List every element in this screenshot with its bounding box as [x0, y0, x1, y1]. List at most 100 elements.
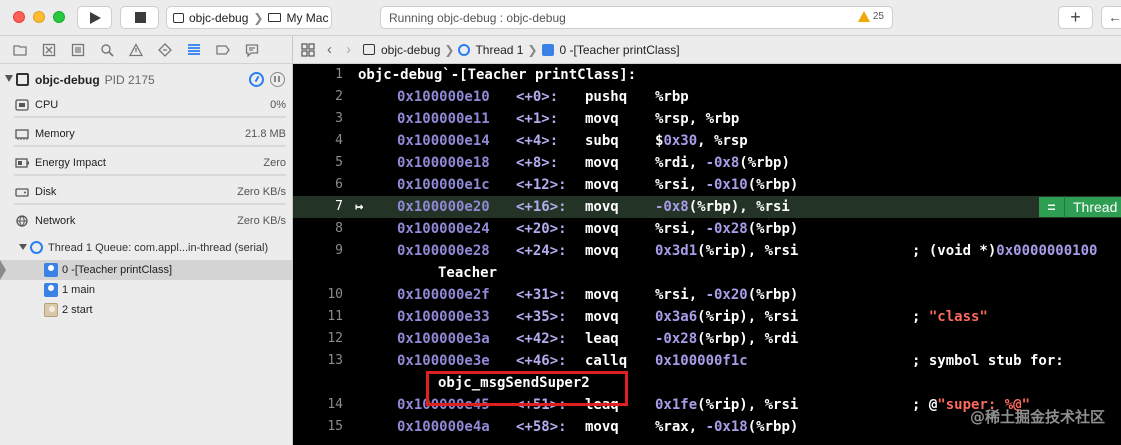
app-process-icon [16, 73, 29, 86]
numeric-literal: -0x28 [655, 331, 698, 347]
instruction-operands: %rbp [655, 89, 689, 105]
related-items-grid-icon[interactable] [301, 42, 315, 57]
chevron-right-icon[interactable]: › [346, 41, 351, 58]
code-line[interactable]: 6 0x100000e1c <+12>: movq %rsi, -0x10(%rbp) [293, 174, 1121, 196]
chevron-left-icon[interactable]: ‹ [327, 41, 332, 58]
gauge-value: Zero KB/s [237, 215, 286, 227]
instruction-address: 0x100000e24 [397, 221, 490, 237]
chevron-right-icon: ❯ [527, 42, 538, 57]
back-navigation-button[interactable]: ← [1101, 6, 1121, 29]
breakpoint-icon[interactable] [215, 42, 231, 58]
thread-icon [30, 241, 43, 254]
disclosure-triangle-icon[interactable] [19, 244, 27, 250]
scheme-selector[interactable]: objc-debug ❯ My Mac [166, 6, 332, 29]
gauge-row-network[interactable]: Network Zero KB/s [0, 207, 292, 236]
gauge-value: 0% [270, 99, 286, 111]
stack-frame-row[interactable]: 2 start [0, 300, 292, 320]
user-frame-icon [44, 283, 58, 297]
instruction-offset: <+1>: [516, 111, 559, 127]
code-line[interactable]: 8 0x100000e24 <+20>: movq %rsi, -0x28(%rbp) [293, 218, 1121, 240]
instruction-address: 0x100000e2f [397, 287, 490, 303]
zoom-window-button[interactable] [53, 11, 65, 23]
code-line[interactable]: 1 objc-debug`-[Teacher printClass]: [293, 64, 1121, 86]
line-number: 11 [327, 309, 343, 324]
stack-frame-row[interactable]: 0 -[Teacher printClass] [0, 260, 292, 280]
gauge-label: Energy Impact [35, 157, 106, 169]
thread-row[interactable]: Thread 1 Queue: com.appl...in-thread (se… [0, 238, 292, 258]
disclosure-triangle-icon[interactable] [5, 75, 13, 82]
stop-button[interactable] [120, 6, 159, 29]
numeric-literal: -0x28 [705, 221, 748, 237]
stack-frame-row[interactable]: 1 main [0, 280, 292, 300]
instruction-comment: ; (void *)0x0000000100 [912, 243, 1098, 259]
source-control-icon[interactable] [41, 42, 57, 58]
instruction-offset: <+16>: [516, 199, 567, 215]
pause-icon[interactable] [270, 72, 285, 87]
instruction-address: 0x100000e4a [397, 419, 490, 435]
report-icon[interactable] [244, 42, 260, 58]
instruction-mnemonic: movq [585, 419, 619, 435]
code-line[interactable]: 2 0x100000e10 <+0>: pushq %rbp [293, 86, 1121, 108]
jumpbar-frame[interactable]: 0 -[Teacher printClass] [560, 43, 680, 57]
gauge-row-memory[interactable]: Memory 21.8 MB [0, 120, 292, 149]
symbol-navigator-icon[interactable] [70, 42, 86, 58]
code-line[interactable]: 12 0x100000e3a <+42>: leaq -0x28(%rbp), %rdi [293, 328, 1121, 350]
code-line[interactable]: 13 0x100000e3e <+46>: callq 0x100000f1c ; sym… [293, 350, 1121, 372]
run-button[interactable] [77, 6, 112, 29]
disk-icon [15, 188, 29, 197]
gauge-row-cpu[interactable]: CPU 0% [0, 91, 292, 120]
folder-icon[interactable] [12, 42, 28, 58]
disassembly-editor[interactable]: 1 objc-debug`-[Teacher printClass]: 2 0x100… [293, 64, 1121, 445]
line-number: 12 [327, 331, 343, 346]
instruction-offset: <+8>: [516, 155, 559, 171]
instruction-operands: %rax, -0x18(%rbp) [655, 419, 799, 435]
test-diamond-icon[interactable] [157, 42, 173, 58]
current-instruction-line[interactable]: 7 ↦ = Thread 0x100000e20 <+16>: movq -0x8(%rbp)… [293, 196, 1121, 218]
search-icon[interactable] [99, 42, 115, 58]
line-number: 4 [335, 133, 343, 148]
code-line[interactable]: 9 0x100000e28 <+24>: movq 0x3d1(%rip), %rsi;… [293, 240, 1121, 262]
line-number: 9 [335, 243, 343, 258]
symbol-name: Teacher [438, 265, 498, 281]
code-line-continuation: Teacher [293, 262, 1121, 284]
code-line[interactable]: 5 0x100000e18 <+8>: movq %rdi, -0x8(%rbp) [293, 152, 1121, 174]
instruction-offset: <+58>: [516, 419, 567, 435]
instruction-mnemonic: movq [585, 287, 619, 303]
user-frame-icon [44, 263, 58, 277]
numeric-literal: -0x8 [705, 155, 740, 171]
code-line[interactable]: 11 0x100000e33 <+35>: movq 0x3a6(%rip), %rsi… [293, 306, 1121, 328]
thread-badge[interactable]: = Thread [1039, 196, 1121, 218]
status-text: Running objc-debug : objc-debug [389, 10, 566, 25]
instruction-mnemonic: movq [585, 243, 619, 259]
energy-icon [15, 158, 29, 168]
gauge-value: Zero [263, 157, 286, 169]
numeric-literal: -0x10 [705, 177, 748, 193]
line-number: 14 [327, 397, 343, 412]
gauge-row-energy[interactable]: Energy Impact Zero [0, 149, 292, 178]
instruction-mnemonic: movq [585, 155, 619, 171]
code-line[interactable]: 3 0x100000e11 <+1>: movq %rsp, %rbp [293, 108, 1121, 130]
code-line[interactable]: 4 0x100000e14 <+4>: subq $0x30, %rsp [293, 130, 1121, 152]
warnings-indicator[interactable]: 25 [857, 11, 884, 22]
thread-badge-label: Thread [1073, 199, 1118, 215]
instruction-operands: %rsi, -0x20(%rbp) [655, 287, 799, 303]
instruction-operands: 0x1fe(%rip), %rsi [655, 397, 799, 413]
gauge-bar [14, 145, 286, 147]
jumpbar-target[interactable]: objc-debug [381, 43, 440, 57]
instruction-comment: ; "class" [912, 309, 988, 325]
add-library-button[interactable]: + [1058, 6, 1093, 29]
gauge-row-disk[interactable]: Disk Zero KB/s [0, 178, 292, 207]
instruction-address: 0x100000e11 [397, 111, 490, 127]
close-window-button[interactable] [13, 11, 25, 23]
instruction-offset: <+20>: [516, 221, 567, 237]
gauges-icon[interactable] [249, 72, 264, 87]
instruction-address: 0x100000e28 [397, 243, 490, 259]
gauge-value: 21.8 MB [245, 128, 286, 140]
minimize-window-button[interactable] [33, 11, 45, 23]
debug-navigator-icon[interactable] [186, 42, 202, 58]
jumpbar-thread[interactable]: Thread 1 [475, 43, 523, 57]
issue-warning-icon[interactable] [128, 42, 144, 58]
process-row[interactable]: objc-debug PID 2175 [0, 70, 292, 90]
code-line[interactable]: 10 0x100000e2f <+31>: movq %rsi, -0x20(%rbp) [293, 284, 1121, 306]
process-pid: PID 2175 [104, 73, 155, 87]
